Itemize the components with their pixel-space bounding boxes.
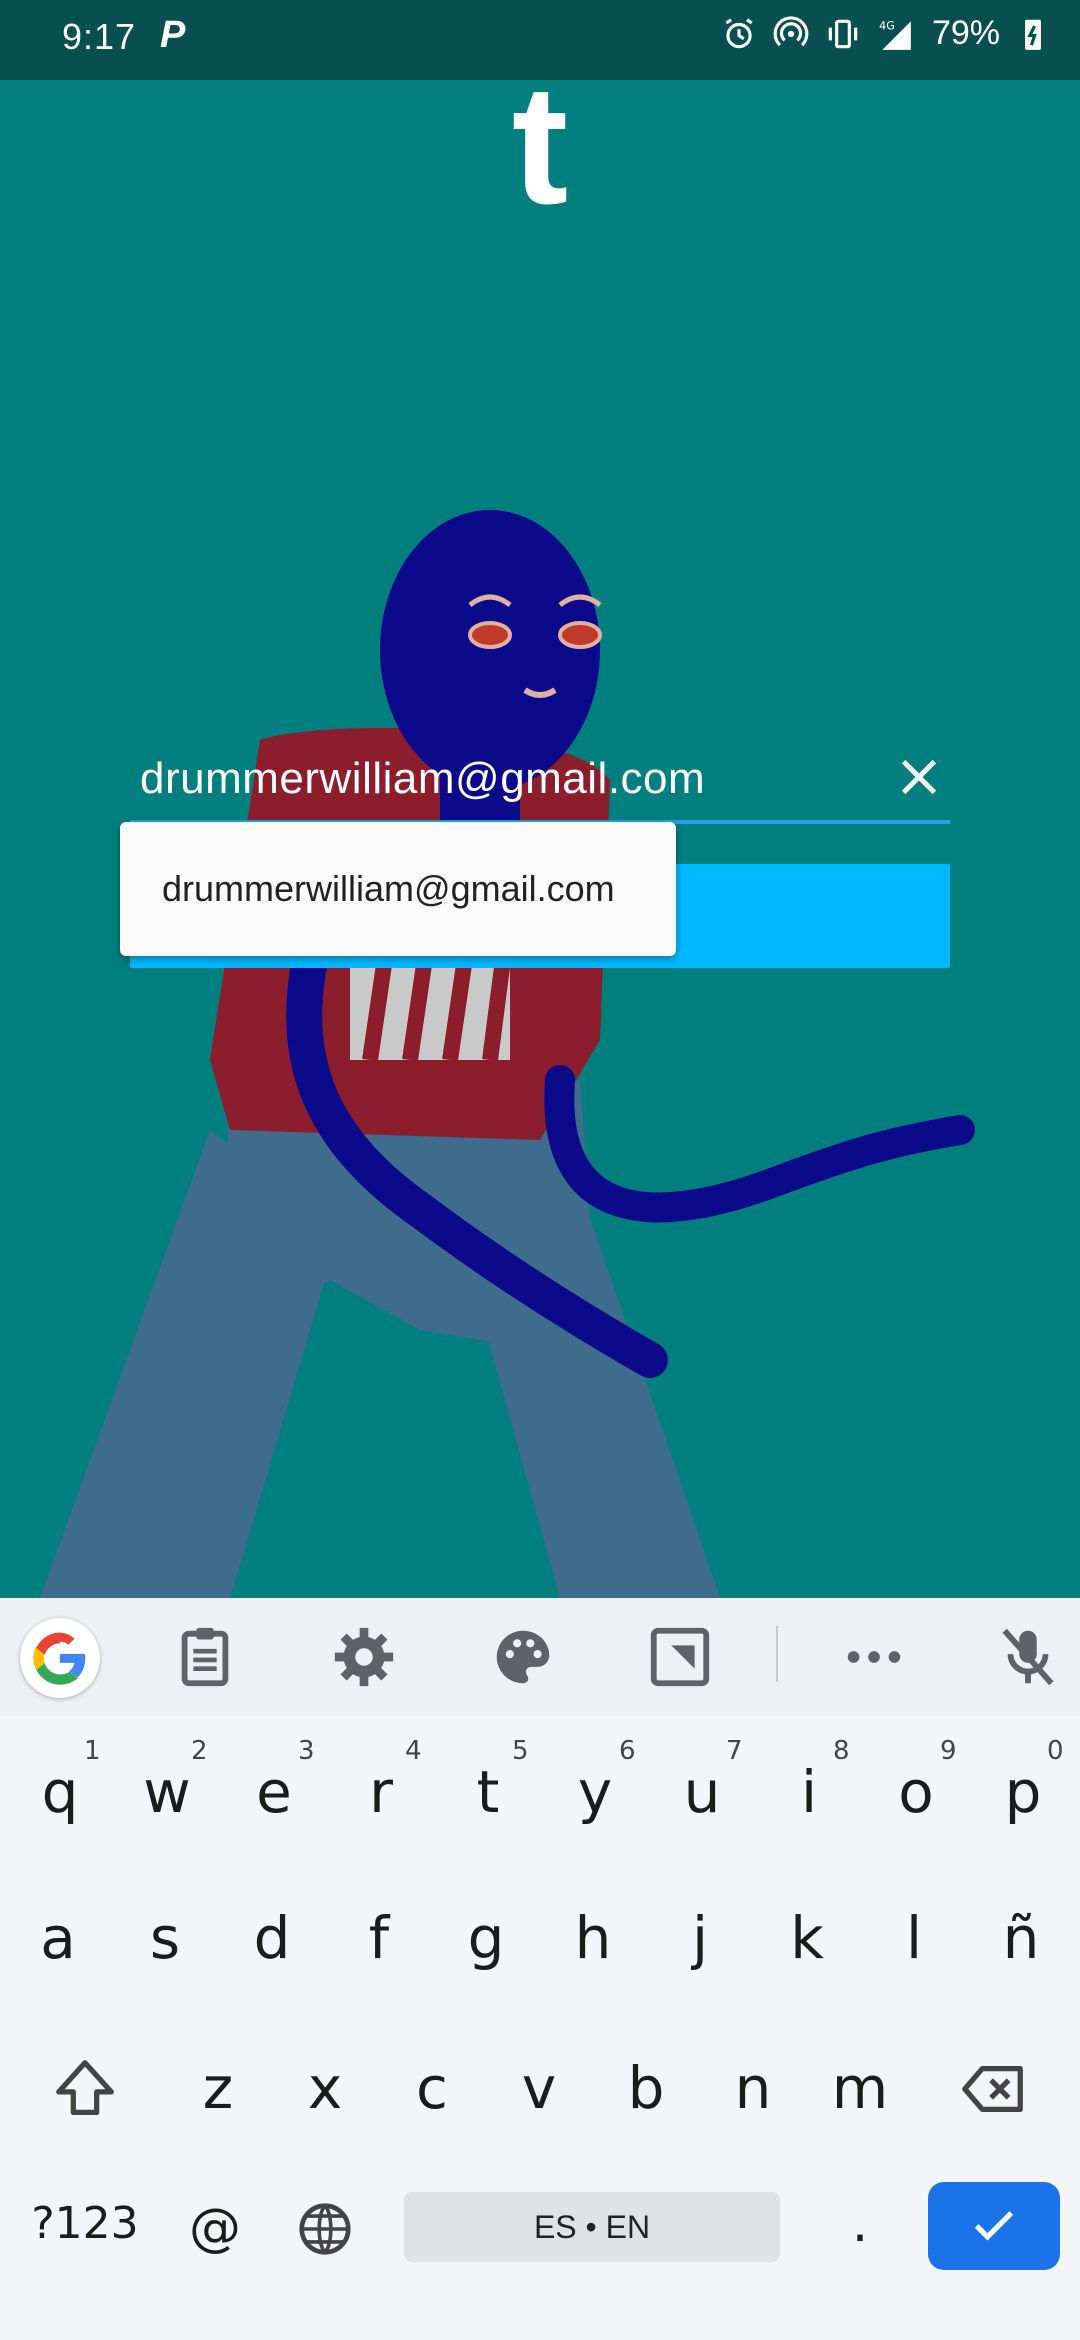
key-k[interactable]: k xyxy=(777,1904,837,1972)
app-notification-icon: P xyxy=(160,14,186,56)
key-a[interactable]: a xyxy=(28,1904,88,1972)
settings-icon[interactable] xyxy=(329,1622,399,1692)
enter-key[interactable] xyxy=(928,2182,1060,2270)
key-ñ[interactable]: ñ xyxy=(991,1904,1051,1972)
key-hint: 0 xyxy=(1047,1736,1064,1766)
tumblr-logo: t xyxy=(511,80,569,240)
key-f[interactable]: f xyxy=(349,1904,409,1972)
key-r[interactable]: r xyxy=(351,1758,411,1826)
status-bar: 9:17 P 4G 79% xyxy=(0,0,1080,80)
backspace-icon[interactable] xyxy=(956,2054,1032,2124)
autofill-suggestion-label: drummerwilliam@gmail.com xyxy=(162,868,615,909)
clipboard-icon[interactable] xyxy=(170,1622,240,1692)
keyboard-toolbar xyxy=(0,1598,1080,1716)
signal-4g-icon: 4G xyxy=(879,19,911,50)
key-d[interactable]: d xyxy=(242,1904,302,1972)
key-e[interactable]: e xyxy=(244,1758,304,1826)
autofill-suggestion[interactable]: drummerwilliam@gmail.com xyxy=(120,822,676,956)
key-p[interactable]: p xyxy=(993,1758,1053,1826)
key-x[interactable]: x xyxy=(295,2054,355,2122)
key-h[interactable]: h xyxy=(563,1904,623,1972)
key-q[interactable]: q xyxy=(30,1758,90,1826)
key-t[interactable]: t xyxy=(458,1758,518,1826)
login-screen: t drummerwilliam@gmail.com drummerwillia… xyxy=(0,80,1080,1598)
vibrate-icon xyxy=(828,19,858,48)
key-hint: 1 xyxy=(84,1736,101,1766)
key-c[interactable]: c xyxy=(402,2054,462,2122)
period-key[interactable]: . xyxy=(840,2194,880,2254)
hotspot-icon xyxy=(773,15,809,46)
battery-charging-icon xyxy=(1025,19,1041,50)
google-icon[interactable] xyxy=(20,1618,100,1698)
key-m[interactable]: m xyxy=(830,2054,890,2122)
more-icon[interactable] xyxy=(839,1622,909,1692)
soft-keyboard: q1w2e3r4t5y6u7i8o9p0 asdfghjklñ zxcvbnm … xyxy=(0,1598,1080,2340)
key-hint: 8 xyxy=(833,1736,850,1766)
email-field[interactable]: drummerwilliam@gmail.com xyxy=(130,740,950,824)
key-g[interactable]: g xyxy=(456,1904,516,1972)
battery-percent: 79% xyxy=(931,14,1000,52)
check-icon xyxy=(974,2211,1014,2241)
key-i[interactable]: i xyxy=(779,1758,839,1826)
key-b[interactable]: b xyxy=(616,2054,676,2122)
key-z[interactable]: z xyxy=(188,2054,248,2122)
key-j[interactable]: j xyxy=(670,1904,730,1972)
palette-icon[interactable] xyxy=(488,1622,558,1692)
email-input-value[interactable]: drummerwilliam@gmail.com xyxy=(140,754,705,804)
status-icons: 4G 79% xyxy=(720,14,1052,53)
key-w[interactable]: w xyxy=(137,1758,197,1826)
key-hint: 3 xyxy=(298,1736,315,1766)
key-hint: 9 xyxy=(940,1736,957,1766)
status-time: 9:17 xyxy=(62,16,137,57)
shift-icon[interactable] xyxy=(50,2054,120,2124)
globe-icon[interactable] xyxy=(294,2198,356,2260)
symbols-key[interactable]: ?123 xyxy=(30,2198,140,2249)
key-s[interactable]: s xyxy=(135,1904,195,1972)
clear-icon[interactable] xyxy=(896,754,942,800)
key-y[interactable]: y xyxy=(565,1758,625,1826)
key-l[interactable]: l xyxy=(884,1904,944,1972)
key-hint: 2 xyxy=(191,1736,208,1766)
toolbar-divider xyxy=(776,1626,778,1682)
at-key[interactable]: @ xyxy=(180,2198,250,2258)
key-n[interactable]: n xyxy=(723,2054,783,2122)
key-hint: 6 xyxy=(619,1736,636,1766)
key-hint: 4 xyxy=(405,1736,422,1766)
mic-off-icon[interactable] xyxy=(993,1622,1063,1692)
key-o[interactable]: o xyxy=(886,1758,946,1826)
translate-icon[interactable] xyxy=(645,1622,715,1692)
svg-text:4G: 4G xyxy=(879,19,895,32)
key-hint: 5 xyxy=(512,1736,529,1766)
space-key[interactable]: ES • EN xyxy=(404,2192,780,2262)
key-u[interactable]: u xyxy=(672,1758,732,1826)
key-v[interactable]: v xyxy=(509,2054,569,2122)
alarm-icon xyxy=(725,17,753,48)
key-hint: 7 xyxy=(726,1736,743,1766)
